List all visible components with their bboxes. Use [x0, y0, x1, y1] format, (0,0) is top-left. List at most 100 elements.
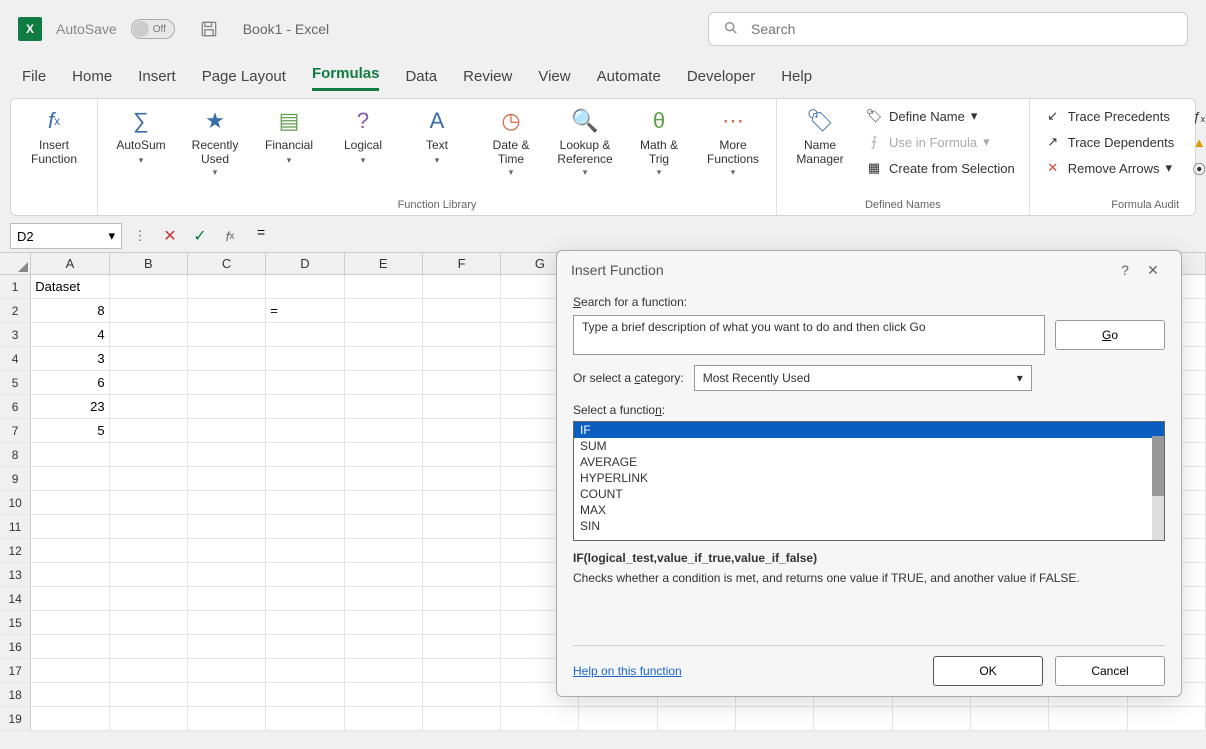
cell[interactable] [266, 395, 344, 418]
cell[interactable] [345, 587, 423, 610]
cell[interactable] [345, 659, 423, 682]
function-list-item[interactable]: MAX [574, 502, 1164, 518]
cell[interactable] [345, 491, 423, 514]
define-name-button[interactable]: 🏷Define Name ▾ [861, 105, 1019, 127]
row-header[interactable]: 14 [0, 587, 31, 610]
cell[interactable] [188, 539, 266, 562]
cell[interactable] [188, 419, 266, 442]
function-list-item[interactable]: COUNT [574, 486, 1164, 502]
listbox-scrollbar[interactable] [1152, 436, 1164, 540]
row-header[interactable]: 12 [0, 539, 31, 562]
cell[interactable] [1128, 707, 1206, 730]
cell[interactable] [345, 635, 423, 658]
cell[interactable] [423, 371, 501, 394]
cell[interactable] [31, 539, 109, 562]
cell[interactable] [110, 539, 188, 562]
cell[interactable] [110, 707, 188, 730]
cell[interactable] [110, 659, 188, 682]
cell[interactable]: = [266, 299, 344, 322]
cell[interactable] [266, 611, 344, 634]
cell[interactable] [423, 563, 501, 586]
function-list-item[interactable]: IF [574, 422, 1164, 438]
row-header[interactable]: 5 [0, 371, 31, 394]
cell[interactable] [345, 683, 423, 706]
tab-view[interactable]: View [538, 68, 570, 91]
tab-data[interactable]: Data [405, 68, 437, 91]
cell[interactable] [188, 563, 266, 586]
logical-button[interactable]: ?Logical▾ [330, 103, 396, 167]
cell[interactable] [266, 659, 344, 682]
cell[interactable] [110, 563, 188, 586]
cell[interactable] [971, 707, 1049, 730]
row-header[interactable]: 19 [0, 707, 31, 730]
cell[interactable]: 6 [31, 371, 109, 394]
row-header[interactable]: 9 [0, 467, 31, 490]
cell[interactable] [266, 491, 344, 514]
cell[interactable] [345, 563, 423, 586]
cell[interactable] [266, 587, 344, 610]
math-trig-button[interactable]: θMath & Trig▾ [626, 103, 692, 178]
cell[interactable] [110, 611, 188, 634]
cell[interactable] [188, 395, 266, 418]
col-header[interactable]: C [188, 253, 266, 274]
cell[interactable] [501, 707, 579, 730]
cell[interactable] [345, 467, 423, 490]
text-button[interactable]: AText▾ [404, 103, 470, 167]
cell[interactable] [423, 587, 501, 610]
cell[interactable] [266, 683, 344, 706]
cell[interactable] [188, 467, 266, 490]
save-icon[interactable] [199, 19, 219, 39]
cell[interactable] [423, 419, 501, 442]
formula-input[interactable]: = [248, 223, 1196, 249]
select-all-corner[interactable] [0, 253, 31, 274]
cell[interactable] [266, 539, 344, 562]
cell[interactable] [110, 467, 188, 490]
col-header[interactable]: B [110, 253, 188, 274]
go-button[interactable]: Go [1055, 320, 1165, 350]
cell[interactable] [423, 275, 501, 298]
cell[interactable] [423, 659, 501, 682]
cell[interactable] [110, 275, 188, 298]
remove-arrows-button[interactable]: ✕Remove Arrows ▾ [1040, 157, 1178, 179]
cell[interactable] [110, 419, 188, 442]
cell[interactable] [423, 707, 501, 730]
create-from-selection-button[interactable]: ▦Create from Selection [861, 157, 1019, 179]
cell[interactable] [110, 587, 188, 610]
use-in-formula-button[interactable]: ⨍Use in Formula ▾ [861, 131, 1019, 153]
cell[interactable] [31, 587, 109, 610]
cell[interactable] [423, 395, 501, 418]
tab-formulas[interactable]: Formulas [312, 65, 380, 91]
search-box[interactable] [708, 12, 1188, 46]
row-header[interactable]: 17 [0, 659, 31, 682]
name-manager-button[interactable]: 🏷Name Manager [787, 103, 853, 167]
category-combo[interactable]: Most Recently Used ▾ [694, 365, 1032, 391]
autosave-toggle[interactable]: Off [131, 19, 175, 39]
tab-insert[interactable]: Insert [138, 68, 176, 91]
name-box[interactable]: D2 ▾ [10, 223, 122, 249]
cell[interactable] [188, 611, 266, 634]
cell[interactable] [110, 491, 188, 514]
cell[interactable] [266, 419, 344, 442]
row-header[interactable]: 13 [0, 563, 31, 586]
cell[interactable] [31, 467, 109, 490]
cell[interactable] [266, 707, 344, 730]
cell[interactable] [423, 539, 501, 562]
recently-used-button[interactable]: ★Recently Used▾ [182, 103, 248, 178]
tab-help[interactable]: Help [781, 68, 812, 91]
cell[interactable] [423, 467, 501, 490]
cell[interactable] [188, 635, 266, 658]
cell[interactable]: Dataset [31, 275, 109, 298]
row-header[interactable]: 10 [0, 491, 31, 514]
row-header[interactable]: 1 [0, 275, 31, 298]
cell[interactable] [423, 611, 501, 634]
help-icon[interactable]: ? [1111, 262, 1139, 278]
cell[interactable] [188, 299, 266, 322]
tab-review[interactable]: Review [463, 68, 512, 91]
cell[interactable] [110, 635, 188, 658]
cell[interactable] [423, 299, 501, 322]
function-list-item[interactable]: SIN [574, 518, 1164, 534]
cell[interactable] [266, 347, 344, 370]
cell[interactable] [31, 491, 109, 514]
ok-button[interactable]: OK [933, 656, 1043, 686]
show-formulas-button[interactable]: ƒₓShow [1186, 105, 1206, 127]
